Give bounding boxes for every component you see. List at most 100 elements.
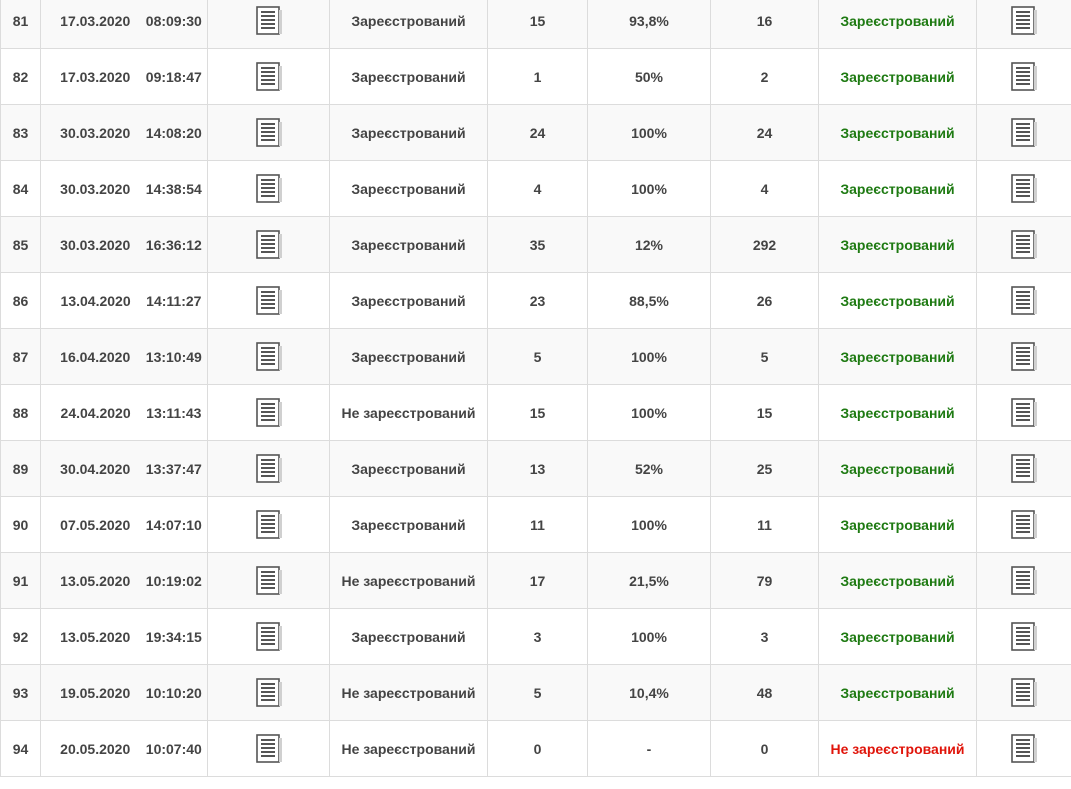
table-row: 92 13.05.2020 19:34:15 Зареєстрований 3 …: [0, 608, 1071, 665]
row-number: 88: [0, 384, 41, 441]
row-number: 82: [0, 48, 41, 105]
registered-count: 5: [487, 328, 588, 385]
table-row: 81 17.03.2020 08:09:30 Зареєстрований 15…: [0, 0, 1071, 49]
row-datetime: 17.03.2020 09:18:47: [40, 48, 208, 105]
row-number: 83: [0, 104, 41, 161]
registered-count: 1: [487, 48, 588, 105]
row-number: 85: [0, 216, 41, 273]
document-icon[interactable]: [1009, 733, 1039, 764]
table-row: 94 20.05.2020 10:07:40 Не зареєстрований…: [0, 720, 1071, 777]
row-number: 86: [0, 272, 41, 329]
protocol-cell: [207, 440, 330, 497]
table-row: 88 24.04.2020 13:11:43 Не зареєстрований…: [0, 384, 1071, 441]
registered-count: 23: [487, 272, 588, 329]
registered-count: 0: [487, 720, 588, 777]
row-datetime: 30.03.2020 16:36:12: [40, 216, 208, 273]
decision-cell: [976, 384, 1071, 441]
document-icon[interactable]: [1009, 565, 1039, 596]
document-icon[interactable]: [254, 117, 284, 148]
table-row: 86 13.04.2020 14:11:27 Зареєстрований 23…: [0, 272, 1071, 329]
document-icon[interactable]: [1009, 397, 1039, 428]
row-datetime: 20.05.2020 10:07:40: [40, 720, 208, 777]
registered-count: 3: [487, 608, 588, 665]
document-icon[interactable]: [1009, 229, 1039, 260]
protocol-cell: [207, 48, 330, 105]
percent-value: 100%: [587, 496, 711, 553]
row-datetime: 13.05.2020 10:19:02: [40, 552, 208, 609]
final-status: Зареєстрований: [818, 328, 977, 385]
total-count: 15: [710, 384, 819, 441]
total-count: 26: [710, 272, 819, 329]
row-number: 93: [0, 664, 41, 721]
document-icon[interactable]: [1009, 173, 1039, 204]
registered-count: 24: [487, 104, 588, 161]
document-icon[interactable]: [254, 733, 284, 764]
percent-value: 100%: [587, 328, 711, 385]
decision-cell: [976, 608, 1071, 665]
document-icon[interactable]: [254, 285, 284, 316]
protocol-cell: [207, 384, 330, 441]
registered-count: 11: [487, 496, 588, 553]
decision-cell: [976, 664, 1071, 721]
row-datetime: 19.05.2020 10:10:20: [40, 664, 208, 721]
percent-value: 100%: [587, 160, 711, 217]
document-icon[interactable]: [1009, 341, 1039, 372]
document-icon[interactable]: [1009, 61, 1039, 92]
decision-cell: [976, 160, 1071, 217]
final-status: Зареєстрований: [818, 0, 977, 49]
final-status: Зареєстрований: [818, 272, 977, 329]
row-number: 89: [0, 440, 41, 497]
registration-state: Зареєстрований: [329, 272, 488, 329]
percent-value: 12%: [587, 216, 711, 273]
percent-value: 100%: [587, 384, 711, 441]
document-icon[interactable]: [254, 565, 284, 596]
registration-state: Зареєстрований: [329, 328, 488, 385]
document-icon[interactable]: [254, 509, 284, 540]
document-icon[interactable]: [1009, 509, 1039, 540]
row-number: 94: [0, 720, 41, 777]
registered-count: 35: [487, 216, 588, 273]
final-status: Зареєстрований: [818, 608, 977, 665]
table-row: 83 30.03.2020 14:08:20 Зареєстрований 24…: [0, 104, 1071, 161]
document-icon[interactable]: [1009, 621, 1039, 652]
final-status: Зареєстрований: [818, 384, 977, 441]
registration-state: Зареєстрований: [329, 160, 488, 217]
document-icon[interactable]: [1009, 285, 1039, 316]
decision-cell: [976, 48, 1071, 105]
document-icon[interactable]: [254, 453, 284, 484]
total-count: 24: [710, 104, 819, 161]
registration-state: Зареєстрований: [329, 104, 488, 161]
document-icon[interactable]: [254, 621, 284, 652]
protocol-cell: [207, 160, 330, 217]
final-status: Зареєстрований: [818, 48, 977, 105]
decision-cell: [976, 720, 1071, 777]
final-status: Зареєстрований: [818, 496, 977, 553]
table-row: 91 13.05.2020 10:19:02 Не зареєстрований…: [0, 552, 1071, 609]
row-datetime: 17.03.2020 08:09:30: [40, 0, 208, 49]
row-number: 81: [0, 0, 41, 49]
row-number: 91: [0, 552, 41, 609]
decision-cell: [976, 272, 1071, 329]
document-icon[interactable]: [254, 5, 284, 36]
row-number: 90: [0, 496, 41, 553]
document-icon[interactable]: [1009, 5, 1039, 36]
final-status: Зареєстрований: [818, 104, 977, 161]
protocol-cell: [207, 104, 330, 161]
document-icon[interactable]: [254, 229, 284, 260]
total-count: 11: [710, 496, 819, 553]
document-icon[interactable]: [1009, 117, 1039, 148]
row-number: 92: [0, 608, 41, 665]
total-count: 79: [710, 552, 819, 609]
document-icon[interactable]: [254, 173, 284, 204]
document-icon[interactable]: [254, 677, 284, 708]
document-icon[interactable]: [254, 61, 284, 92]
document-icon[interactable]: [1009, 677, 1039, 708]
document-icon[interactable]: [1009, 453, 1039, 484]
document-icon[interactable]: [254, 341, 284, 372]
document-icon[interactable]: [254, 397, 284, 428]
registered-count: 4: [487, 160, 588, 217]
table-row: 87 16.04.2020 13:10:49 Зареєстрований 5 …: [0, 328, 1071, 385]
total-count: 0: [710, 720, 819, 777]
decision-cell: [976, 216, 1071, 273]
final-status: Зареєстрований: [818, 160, 977, 217]
